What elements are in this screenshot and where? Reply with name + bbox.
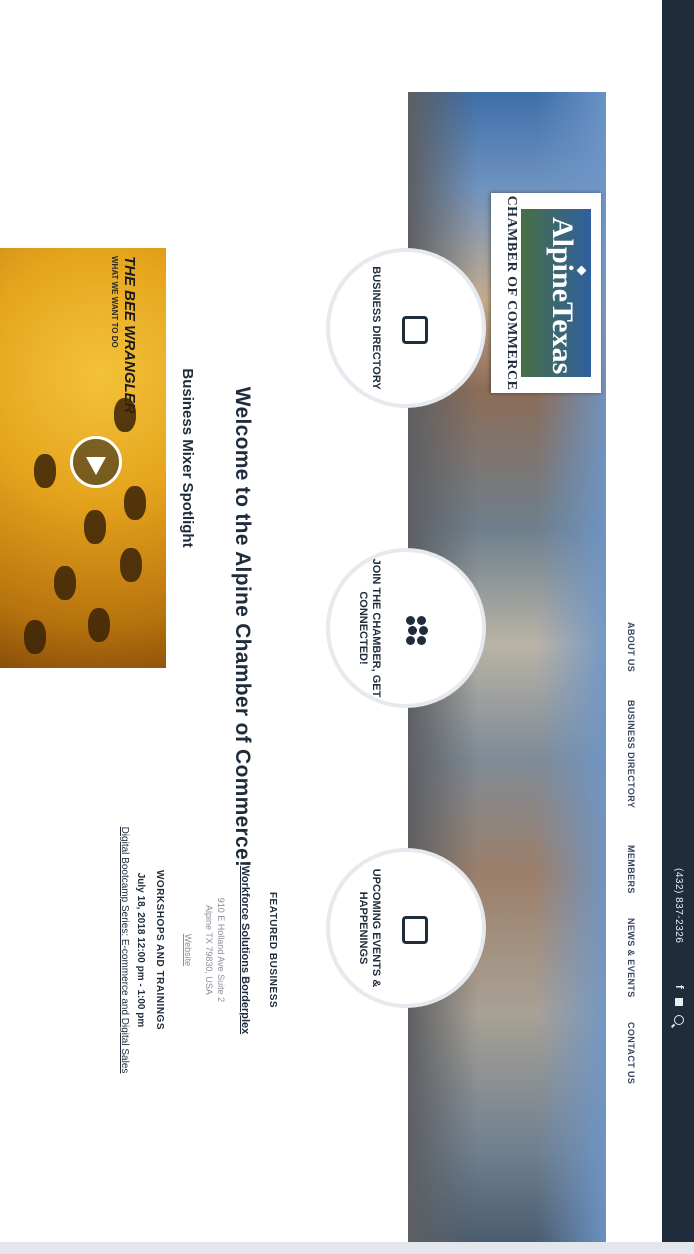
bee-image bbox=[34, 454, 56, 488]
address-line-2: Alpine TX 79830, USA bbox=[204, 905, 214, 995]
nav-item-about[interactable]: ABOUT US bbox=[626, 622, 636, 672]
top-bar: (432) 837-2326 f bbox=[662, 0, 694, 1254]
workshop-date: July 18, 2018 12:00 pm - 1:00 pm bbox=[135, 872, 146, 1028]
video-title: THE BEE WRANGLER bbox=[121, 256, 138, 414]
email-icon[interactable] bbox=[675, 997, 683, 1006]
website-link[interactable]: Website bbox=[183, 760, 193, 1140]
featured-heading: FEATURED BUSINESS bbox=[267, 891, 278, 1009]
main-nav: ABOUT US BUSINESS DIRECTORY MEMBERS NEWS… bbox=[620, 0, 636, 1254]
bee-image bbox=[54, 566, 76, 600]
circle-business-directory[interactable]: BUSINESS DIRECTORY bbox=[326, 248, 486, 408]
calendar-icon bbox=[402, 916, 428, 944]
circle-join-chamber[interactable]: JOIN THE CHAMBER, GET CONNECTED! bbox=[326, 548, 486, 708]
page-edge bbox=[0, 1242, 694, 1254]
page-canvas: (432) 837-2326 f ABOUT US BUSINESS DIREC… bbox=[0, 0, 694, 1254]
nav-item-news-events[interactable]: NEWS & EVENTS bbox=[626, 918, 636, 998]
bee-image bbox=[24, 620, 46, 654]
social-icons: f bbox=[673, 985, 685, 1025]
featured-business-panel: FEATURED BUSINESS Workforce Solutions Bo… bbox=[118, 760, 302, 1140]
mixer-video[interactable]: THE BEE WRANGLER WHAT WE WANT TO DO bbox=[0, 248, 166, 668]
nav-item-contact[interactable]: CONTACT US bbox=[626, 1022, 636, 1084]
workshops-heading: WORKSHOPS AND TRAININGS bbox=[154, 869, 165, 1031]
bee-image bbox=[84, 510, 106, 544]
phone-number[interactable]: (432) 837-2326 bbox=[673, 868, 684, 943]
chamber-logo[interactable]: AlpineTexas CHAMBER OF COMMERCE bbox=[491, 193, 601, 393]
mixer-heading: Business Mixer Spotlight bbox=[179, 368, 196, 548]
nav-item-business-directory[interactable]: BUSINESS DIRECTORY bbox=[626, 700, 636, 808]
play-icon[interactable] bbox=[70, 436, 122, 488]
bee-image bbox=[124, 486, 146, 520]
workshop-link[interactable]: Digital Bootcamp Series: E-commerce and … bbox=[118, 760, 131, 1140]
logo-title: AlpineTexas bbox=[546, 217, 579, 375]
bee-image bbox=[114, 398, 136, 432]
circle-upcoming-events[interactable]: UPCOMING EVENTS & HAPPENINGS bbox=[326, 848, 486, 1008]
featured-address: 910 E Holland Ave Suite 2 Alpine TX 7983… bbox=[203, 760, 227, 1140]
facebook-icon[interactable]: f bbox=[673, 985, 685, 989]
video-subtitle: WHAT WE WANT TO DO bbox=[110, 256, 119, 348]
people-icon bbox=[402, 616, 428, 645]
circle-label: JOIN THE CHAMBER, GET CONNECTED! bbox=[357, 558, 382, 698]
nav-item-members[interactable]: MEMBERS bbox=[626, 845, 636, 894]
bee-image bbox=[88, 608, 110, 642]
circle-label: BUSINESS DIRECTORY bbox=[370, 266, 382, 390]
bee-image bbox=[120, 548, 142, 582]
circle-label: UPCOMING EVENTS & HAPPENINGS bbox=[357, 868, 382, 988]
search-icon[interactable] bbox=[674, 1014, 684, 1025]
logo-image: AlpineTexas bbox=[521, 209, 591, 377]
directory-icon bbox=[402, 316, 428, 344]
logo-subtitle: CHAMBER OF COMMERCE bbox=[504, 195, 519, 391]
address-line-1: 910 E Holland Ave Suite 2 bbox=[216, 897, 226, 1003]
featured-business-link[interactable]: Workforce Solutions Borderplex bbox=[239, 760, 251, 1140]
